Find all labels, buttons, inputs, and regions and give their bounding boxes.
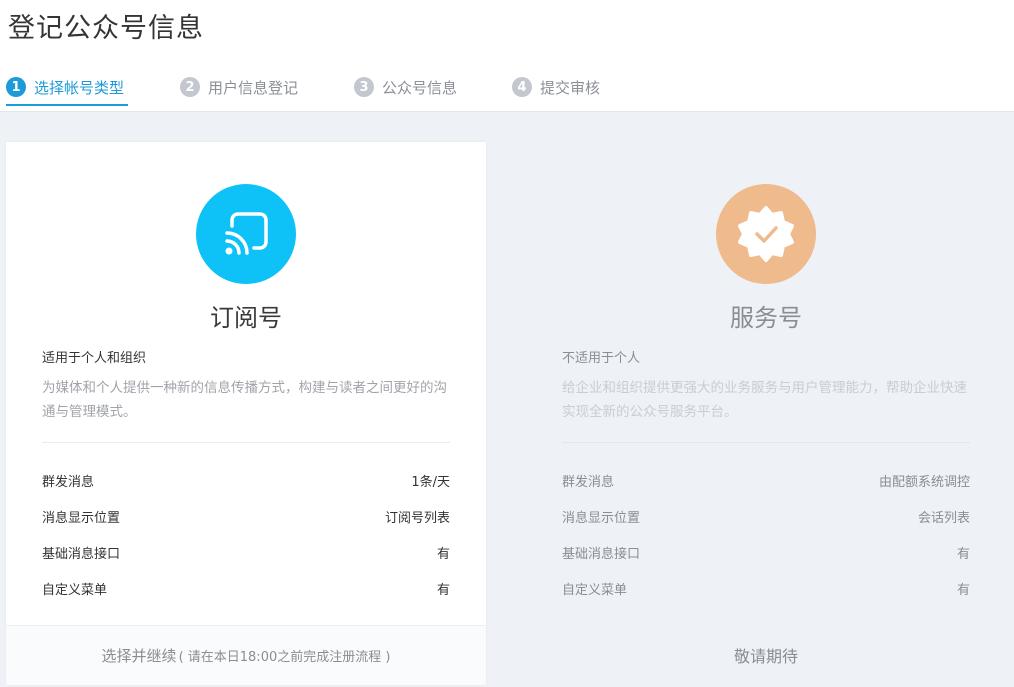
divider — [42, 442, 450, 443]
rss-icon — [225, 212, 268, 255]
header: 登记公众号信息 1 选择帐号类型 2 用户信息登记 3 公众号信息 4 提交审核 — [0, 0, 1014, 112]
service-badge — [716, 184, 816, 284]
step-number: 4 — [512, 77, 532, 97]
verified-badge-icon — [738, 206, 794, 262]
feature-row: 基础消息接口 有 — [42, 542, 450, 562]
select-continue-button[interactable]: 选择并继续 ( 请在本日18:00之前完成注册流程 ) — [6, 625, 486, 685]
step-label: 选择帐号类型 — [34, 78, 125, 97]
feature-row: 自定义菜单 有 — [562, 578, 970, 598]
coming-soon-status: 敬请期待 — [526, 625, 1006, 685]
feature-label: 基础消息接口 — [562, 546, 641, 562]
coming-soon-label: 敬请期待 — [733, 647, 798, 666]
feature-value: 有 — [436, 546, 450, 562]
feature-label: 群发消息 — [42, 474, 95, 490]
step-3[interactable]: 3 公众号信息 — [354, 76, 457, 98]
step-label: 提交审核 — [540, 78, 601, 97]
feature-value: 1条/天 — [411, 474, 450, 490]
card-title: 订阅号 — [210, 304, 282, 332]
step-2[interactable]: 2 用户信息登记 — [180, 76, 298, 98]
feature-label: 消息显示位置 — [42, 510, 121, 526]
feature-label: 基础消息接口 — [42, 546, 121, 562]
feature-value: 有 — [436, 582, 450, 598]
deadline-hint: ( 请在本日18:00之前完成注册流程 ) — [178, 650, 391, 665]
feature-row: 消息显示位置 订阅号列表 — [42, 506, 450, 526]
feature-value: 由配额系统调控 — [878, 474, 970, 490]
feature-label: 消息显示位置 — [562, 510, 641, 526]
applies-to: 不适用于个人 — [562, 351, 641, 366]
divider — [562, 442, 970, 443]
step-1[interactable]: 1 选择帐号类型 — [6, 76, 128, 106]
feature-label: 群发消息 — [562, 474, 615, 490]
step-label: 公众号信息 — [382, 78, 458, 97]
subscription-badge — [196, 184, 296, 284]
subscription-account-card[interactable]: 订阅号 适用于个人和组织 为媒体和个人提供一种新的信息传播方式，构建与读者之间更… — [6, 142, 486, 685]
card-description: 给企业和组织提供更强大的业务服务与用户管理能力，帮助企业快速实现全新的公众号服务… — [562, 380, 967, 420]
feature-value: 会话列表 — [917, 510, 970, 526]
feature-value: 订阅号列表 — [384, 510, 450, 526]
feature-label: 自定义菜单 — [42, 582, 108, 598]
feature-row: 群发消息 1条/天 — [42, 470, 450, 490]
step-4[interactable]: 4 提交审核 — [512, 76, 600, 98]
service-account-card: 服务号 不适用于个人 给企业和组织提供更强大的业务服务与用户管理能力，帮助企业快… — [526, 142, 1006, 685]
applies-to: 适用于个人和组织 — [42, 351, 147, 366]
page-title: 登记公众号信息 — [8, 13, 204, 44]
feature-row: 自定义菜单 有 — [42, 578, 450, 598]
card-title: 服务号 — [730, 304, 802, 332]
feature-label: 自定义菜单 — [562, 582, 628, 598]
feature-row: 消息显示位置 会话列表 — [562, 506, 970, 526]
step-number: 3 — [354, 77, 374, 97]
step-number: 1 — [6, 77, 26, 97]
feature-row: 群发消息 由配额系统调控 — [562, 470, 970, 490]
feature-value: 有 — [956, 582, 970, 598]
feature-value: 有 — [956, 546, 970, 562]
active-step-underline — [6, 104, 128, 106]
select-continue-label: 选择并继续 — [101, 647, 177, 665]
card-description: 为媒体和个人提供一种新的信息传播方式，构建与读者之间更好的沟通与管理模式。 — [42, 380, 447, 420]
feature-row: 基础消息接口 有 — [562, 542, 970, 562]
step-number: 2 — [180, 77, 200, 97]
step-label: 用户信息登记 — [208, 78, 299, 97]
